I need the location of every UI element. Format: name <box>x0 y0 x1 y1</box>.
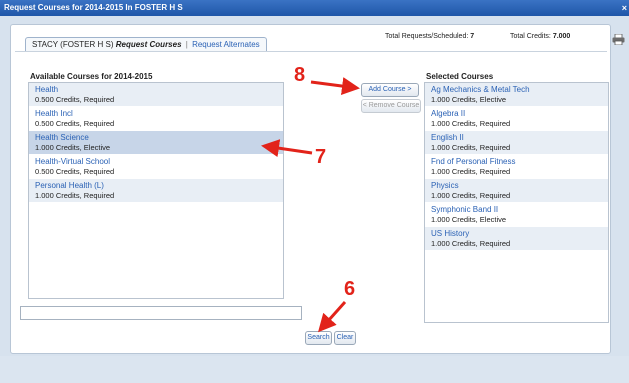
course-credits: 0.500 Credits, Required <box>35 167 115 176</box>
course-credits: 0.500 Credits, Required <box>35 119 115 128</box>
student-name: STACY (FOSTER H S) <box>32 40 114 49</box>
selected-course-item[interactable]: Fnd of Personal Fitness 1.000 Credits, R… <box>425 155 608 179</box>
course-credits: 1.000 Credits, Required <box>431 191 511 200</box>
available-course-item[interactable]: Health Incl 0.500 Credits, Required <box>29 107 283 131</box>
tab-divider <box>15 51 607 52</box>
course-credits: 1.000 Credits, Required <box>431 167 511 176</box>
course-credits: 1.000 Credits, Elective <box>35 143 111 152</box>
selected-course-item[interactable]: Physics 1.000 Credits, Required <box>425 179 608 203</box>
selected-course-item[interactable]: English II 1.000 Credits, Required <box>425 131 608 155</box>
total-credits: Total Credits: 7.000 <box>510 33 570 40</box>
course-name[interactable]: Personal Health (L) <box>35 181 277 191</box>
available-course-item-selected[interactable]: Health Science 1.000 Credits, Elective <box>29 131 283 155</box>
selected-course-item[interactable]: Ag Mechanics & Metal Tech 1.000 Credits,… <box>425 83 608 107</box>
available-course-item[interactable]: Personal Health (L) 1.000 Credits, Requi… <box>29 179 283 203</box>
total-requests: Total Requests/Scheduled: 7 <box>385 33 474 40</box>
footer-strip <box>0 356 629 383</box>
course-credits: 0.500 Credits, Required <box>35 95 115 104</box>
course-credits: 1.000 Credits, Required <box>431 239 511 248</box>
annotation-7: 7 <box>315 146 327 168</box>
tab-bar: STACY (FOSTER H S) Request Courses | Req… <box>25 37 267 51</box>
selected-course-item[interactable]: Symphonic Band II 1.000 Credits, Electiv… <box>425 203 608 227</box>
course-credits: 1.000 Credits, Elective <box>431 215 507 224</box>
course-credits: 1.000 Credits, Elective <box>431 95 507 104</box>
printer-icon[interactable] <box>612 33 625 48</box>
course-name[interactable]: Health <box>35 85 277 95</box>
selected-courses-title: Selected Courses <box>426 72 494 81</box>
course-credits: 1.000 Credits, Required <box>431 143 511 152</box>
course-name[interactable]: Fnd of Personal Fitness <box>431 157 602 167</box>
window-title: Request Courses for 2014-2015 In FOSTER … <box>4 3 183 12</box>
tab-request-courses[interactable]: Request Courses <box>116 40 182 49</box>
close-icon[interactable]: × <box>622 0 627 16</box>
tab-request-alternates[interactable]: Request Alternates <box>192 40 260 49</box>
total-requests-value: 7 <box>470 33 475 40</box>
available-courses-list[interactable]: Health 0.500 Credits, Required Health In… <box>28 82 284 299</box>
course-name[interactable]: US History <box>431 229 602 239</box>
course-name[interactable]: Health Incl <box>35 109 277 119</box>
course-name[interactable]: Symphonic Band II <box>431 205 602 215</box>
course-name[interactable]: Algebra II <box>431 109 602 119</box>
clear-button[interactable]: Clear <box>334 331 356 345</box>
course-name[interactable]: English II <box>431 133 602 143</box>
course-credits: 1.000 Credits, Required <box>431 119 511 128</box>
course-name[interactable]: Ag Mechanics & Metal Tech <box>431 85 602 95</box>
add-course-button[interactable]: Add Course > <box>361 83 419 97</box>
annotation-6: 6 <box>344 278 356 300</box>
available-course-item[interactable]: Health 0.500 Credits, Required <box>29 83 283 107</box>
selected-course-item[interactable]: Algebra II 1.000 Credits, Required <box>425 107 608 131</box>
course-name[interactable]: Health-Virtual School <box>35 157 277 167</box>
selected-courses-list[interactable]: Ag Mechanics & Metal Tech 1.000 Credits,… <box>424 82 609 323</box>
window-titlebar: Request Courses for 2014-2015 In FOSTER … <box>0 0 629 16</box>
total-credits-label: Total Credits: <box>510 33 551 40</box>
course-name[interactable]: Physics <box>431 181 602 191</box>
available-courses-title: Available Courses for 2014-2015 <box>30 72 153 81</box>
total-credits-value: 7.000 <box>552 33 571 40</box>
course-name[interactable]: Health Science <box>35 133 277 143</box>
available-course-item[interactable]: Health-Virtual School 0.500 Credits, Req… <box>29 155 283 179</box>
annotation-8: 8 <box>294 64 306 86</box>
total-requests-label: Total Requests/Scheduled: <box>385 33 469 40</box>
search-button[interactable]: Search <box>305 331 332 345</box>
course-credits: 1.000 Credits, Required <box>35 191 115 200</box>
tab-separator: | <box>185 40 188 49</box>
remove-course-button[interactable]: < Remove Course <box>361 99 421 113</box>
search-input[interactable] <box>20 306 302 320</box>
selected-course-item[interactable]: US History 1.000 Credits, Required <box>425 227 608 251</box>
